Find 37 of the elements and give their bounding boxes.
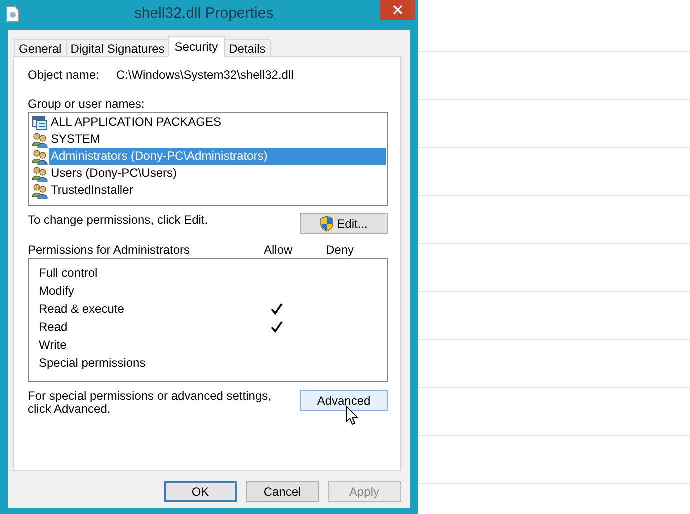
users-icon [32, 148, 48, 164]
tab[interactable]: Security [168, 36, 226, 57]
group-item[interactable]: ALL APPLICATION PACKAGES [49, 114, 386, 131]
close-icon [392, 5, 402, 15]
permissions-label: Permissions for Administrators [28, 243, 192, 257]
window-title: shell32.dll Properties [133, 5, 275, 22]
object-name-label: Object name: [28, 68, 100, 82]
group-item[interactable]: Users (Dony-PC\Users) [49, 165, 386, 182]
column-header: Allow [264, 243, 294, 257]
column-header: Deny [326, 243, 356, 257]
users-icon [32, 166, 48, 182]
permission-name: Modify [39, 284, 76, 298]
group-list-label: Group or user names: [28, 97, 146, 111]
package-icon [32, 114, 48, 130]
close-button[interactable] [380, 0, 415, 20]
permission-name: Read & execute [39, 302, 126, 316]
cursor-icon [346, 406, 359, 426]
permission-name: Write [39, 338, 68, 352]
permission-name: Read [39, 320, 69, 334]
edit-hint: To change permissions, click Edit. [28, 213, 208, 227]
group-item[interactable]: SYSTEM [49, 131, 386, 148]
shield-icon [320, 216, 334, 232]
file-icon [6, 6, 20, 22]
dialog-button[interactable]: OK [164, 481, 237, 502]
edit-button[interactable]: Edit... [300, 213, 388, 234]
permission-name: Special permissions [39, 356, 147, 370]
users-icon [32, 132, 48, 148]
group-item[interactable]: TrustedInstaller [49, 182, 386, 199]
dialog-button[interactable]: Cancel [246, 481, 319, 502]
advanced-hint: For special permissions or advanced settings, click Advanced. [28, 390, 272, 416]
tab[interactable]: General [14, 39, 67, 57]
users-icon [32, 182, 48, 198]
advanced-button[interactable]: Advanced [300, 390, 388, 411]
permission-name: Full control [39, 266, 99, 280]
tab[interactable]: Details [224, 39, 271, 57]
object-name-value: C:\Windows\System32\shell32.dll [116, 68, 294, 82]
tab[interactable]: Digital Signatures [66, 39, 170, 57]
